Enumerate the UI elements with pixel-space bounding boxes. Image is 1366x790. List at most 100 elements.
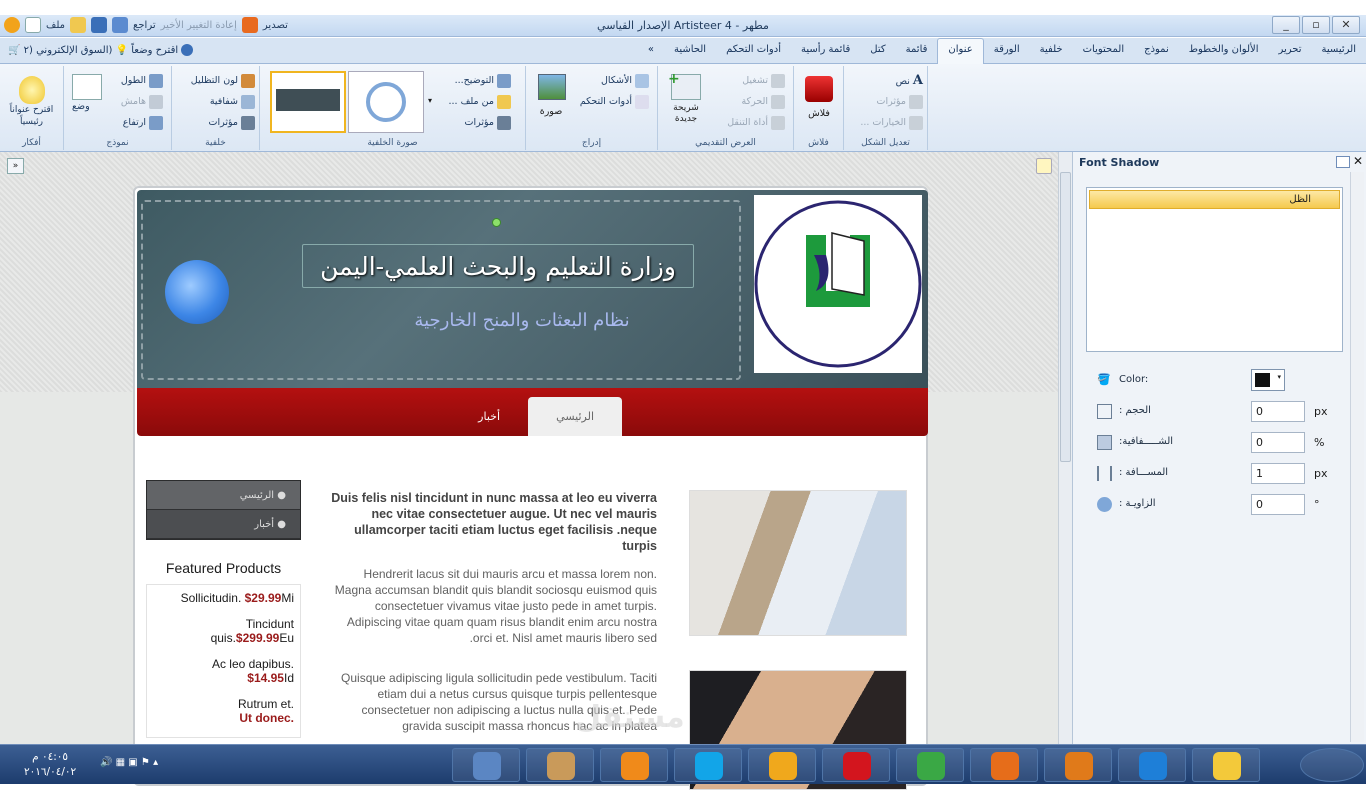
controls-dropdown[interactable]: أدوات التحكم (573, 91, 653, 112)
tip-lightbulb-icon[interactable] (1036, 158, 1052, 174)
scrollbar-thumb[interactable] (1060, 172, 1071, 462)
taskbar-ie-button[interactable] (1118, 748, 1186, 782)
product-price: Ut donec. (239, 711, 294, 725)
tray-expand-icon[interactable]: ▴ (153, 757, 158, 768)
nav-item-home[interactable]: الرئيسي (528, 397, 622, 436)
from-file-button[interactable]: من ملف ... (435, 91, 515, 112)
distance-spinner[interactable]: 1 (1251, 463, 1305, 484)
new-slide-button[interactable]: + شريحة جديدة (668, 71, 704, 125)
panel-close-icon[interactable]: ✕ (1353, 154, 1363, 168)
group-label: صورة الخلفية (367, 138, 418, 148)
distance-icon (1097, 466, 1112, 481)
bg-thumb-none[interactable] (348, 71, 424, 133)
size-spinner[interactable]: 0 (1251, 401, 1305, 422)
taskbar-explorer-button[interactable] (1192, 748, 1260, 782)
elevation-dropdown[interactable]: ارتفاع (105, 112, 167, 133)
gallery-scroll[interactable]: ▾ (428, 96, 432, 105)
taskbar-opera-button[interactable] (822, 748, 890, 782)
opacity-spinner[interactable]: 0 (1251, 432, 1305, 453)
tab-2[interactable]: الألوان والخطوط (1179, 39, 1269, 65)
color-picker[interactable]: ▾ (1251, 369, 1285, 391)
taskbar-clock[interactable]: ٠٤:٠٥ م ٢٠١٦/٠٤/٠٢ (24, 750, 76, 780)
tab-6[interactable]: الورقة (984, 39, 1030, 65)
align-dropdown[interactable]: التوضيح... (435, 70, 515, 91)
vmenu-item-home[interactable]: ● الرئيسي (147, 481, 300, 510)
angle-spinner[interactable]: 0 (1251, 494, 1305, 515)
taskbar-firefox-button[interactable] (970, 748, 1038, 782)
site-header[interactable]: وزارة التعليم والبحث العلمي-اليمن نظام ا… (137, 190, 928, 388)
tab-3[interactable]: نموذج (1134, 39, 1179, 65)
tab-13[interactable]: » (638, 39, 664, 65)
tab-4[interactable]: المحتويات (1073, 39, 1135, 65)
clock-time: ٠٤:٠٥ م (32, 751, 69, 763)
angle-icon (1097, 497, 1112, 512)
canvas-scrollbar[interactable] (1058, 152, 1072, 744)
suggest-title-button[interactable]: اقترح عنواناً رئيسياً (0, 104, 63, 130)
tab-5[interactable]: خلفية (1030, 39, 1073, 65)
tab-8[interactable]: قائمة (896, 39, 938, 65)
flash-button[interactable]: فلاش (802, 76, 836, 119)
animation-dropdown[interactable]: الحركة (709, 91, 789, 112)
suggest-layout-link[interactable]: اقترح وضعاً (131, 45, 178, 56)
rotate-handle[interactable] (492, 218, 501, 227)
ministry-logo[interactable] (754, 195, 922, 373)
effects-icon (241, 115, 255, 130)
header-frame (141, 200, 741, 380)
tab-0[interactable]: الرئيسية (1312, 39, 1366, 65)
site-subtitle[interactable]: نظام البعثات والمنح الخارجية (337, 310, 707, 331)
shadow-list-item[interactable]: الظل (1089, 190, 1340, 209)
security-icon[interactable]: ▣ (128, 757, 137, 768)
cart-icon[interactable]: 🛒 (8, 45, 20, 56)
panel-scrollbar[interactable] (1350, 172, 1364, 742)
image-effects-dropdown[interactable]: مؤثرات (435, 112, 515, 133)
window-controls: _ ▫ ✕ (1272, 16, 1360, 34)
tab-9[interactable]: كتل (860, 39, 895, 65)
shade-color-dropdown[interactable]: لون التظليل (172, 70, 259, 91)
taskbar-skype-button[interactable] (674, 748, 742, 782)
tab-1[interactable]: تحرير (1268, 39, 1311, 65)
network-icon[interactable]: ▦ (116, 757, 125, 768)
shape-effects-dropdown[interactable]: مؤثرات (844, 91, 927, 112)
opacity-row: الشـــــفافية: 0% (1097, 431, 1337, 455)
site-page[interactable]: وزارة التعليم والبحث العلمي-اليمن نظام ا… (133, 186, 928, 790)
product-name: Tincidunt (245, 617, 294, 631)
vmenu-item-news[interactable]: ● أخبار (147, 510, 300, 539)
lightbulb-icon[interactable]: 💡 (116, 45, 128, 56)
close-button[interactable]: ✕ (1332, 16, 1360, 34)
shapes-dropdown[interactable]: الأشكال (573, 70, 653, 91)
store-link[interactable]: (السوق الإلكتروني (٢ (24, 45, 113, 56)
taskbar-chrome-button[interactable] (896, 748, 964, 782)
expand-panel-button[interactable]: » (7, 158, 24, 174)
navigation-tool-dropdown[interactable]: أداة التنقل (709, 112, 789, 133)
minimize-button[interactable]: _ (1272, 16, 1300, 34)
new-slide-icon: + (668, 71, 701, 100)
effects-dropdown[interactable]: مؤثرات (172, 112, 259, 133)
height-dropdown[interactable]: الطول (105, 70, 167, 91)
site-title[interactable]: وزارة التعليم والبحث العلمي-اليمن (302, 244, 694, 288)
bg-thumb-selected[interactable] (270, 71, 346, 133)
paint-bucket-icon: 🪣 (1097, 373, 1111, 386)
taskbar-vlc-button[interactable] (600, 748, 668, 782)
start-button[interactable] (1300, 748, 1364, 782)
nav-item-news[interactable]: أخبار (450, 397, 528, 436)
shape-options-dropdown[interactable]: الخيارات ... (844, 112, 927, 133)
tab-12[interactable]: الحاشية (664, 39, 716, 65)
taskbar-artisteer-button[interactable] (748, 748, 816, 782)
tab-10[interactable]: قائمة رأسية (791, 39, 860, 65)
taskbar-network-button[interactable] (452, 748, 520, 782)
text-dropdown[interactable]: A نص (844, 70, 927, 91)
maximize-button[interactable]: ▫ (1302, 16, 1330, 34)
transparency-dropdown[interactable]: شفافية (172, 91, 259, 112)
taskbar-media-button[interactable] (1044, 748, 1112, 782)
picture-button[interactable]: صورة (536, 74, 566, 117)
play-button[interactable]: تشغيل (709, 70, 789, 91)
help-icon[interactable] (181, 44, 194, 56)
flag-icon[interactable]: ⚑ (141, 757, 150, 768)
panel-new-icon[interactable] (1336, 156, 1350, 168)
lightbulb-icon[interactable] (18, 76, 45, 104)
tab-7[interactable]: عنوان (937, 38, 984, 64)
volume-icon[interactable]: 🔊 (100, 757, 112, 768)
taskbar-paint-button[interactable] (526, 748, 594, 782)
margin-dropdown[interactable]: هامش (105, 91, 167, 112)
tab-11[interactable]: أدوات التحكم (716, 39, 791, 65)
